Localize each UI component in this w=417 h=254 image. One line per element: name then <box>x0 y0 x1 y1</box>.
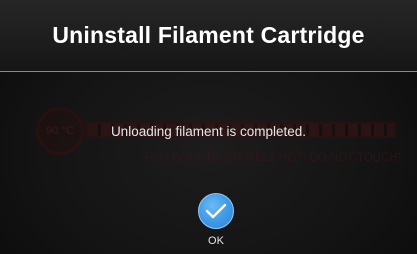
ok-label: OK <box>208 235 224 247</box>
title-bar: Uninstall Filament Cartridge <box>0 0 417 72</box>
hot-bed-warning: Print Bed is EXTREMELY HOT! DO NOT TOUCH… <box>145 152 401 164</box>
checkmark-icon[interactable] <box>198 193 234 229</box>
completion-message: Unloading filament is completed. <box>110 124 307 139</box>
uninstall-filament-screen: Uninstall Filament Cartridge 90 °C Print… <box>0 0 417 254</box>
ok-button[interactable]: OK <box>193 193 239 253</box>
page-title: Uninstall Filament Cartridge <box>52 22 365 48</box>
